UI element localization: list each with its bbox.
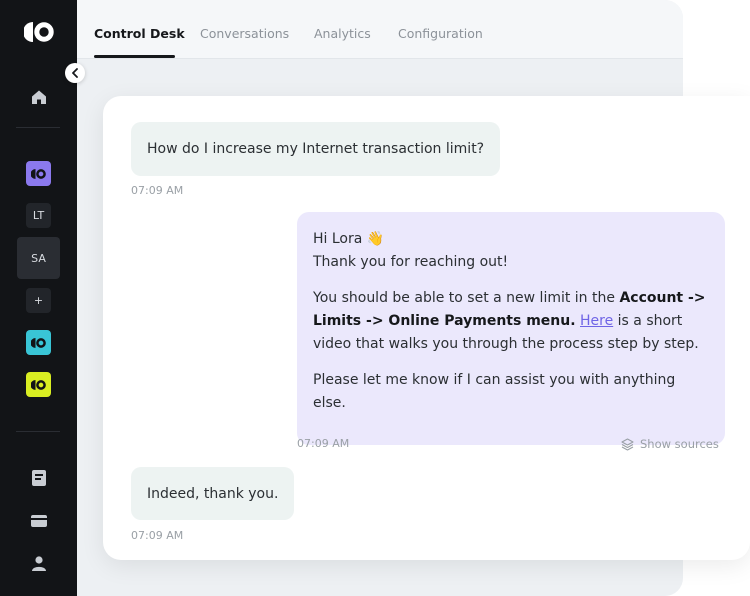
user-message-bubble: How do I increase my Internet transactio… <box>131 122 501 176</box>
workspace-logo-icon <box>31 168 46 179</box>
workspace-lime[interactable] <box>26 372 51 397</box>
tab-control-desk[interactable]: Control Desk <box>94 26 185 41</box>
add-workspace-label: + <box>33 294 44 307</box>
tab-analytics[interactable]: Analytics <box>314 26 371 41</box>
workspace-logo-icon <box>31 379 46 390</box>
chat-window: How do I increase my Internet transactio… <box>103 96 750 560</box>
workspace-lt-label: LT <box>32 209 45 222</box>
workspace-logo-icon <box>31 337 46 348</box>
message-timestamp: 07:09 AM <box>297 437 350 450</box>
message-timestamp: 07:09 AM <box>131 529 184 542</box>
wave-emoji: 👋 <box>366 231 385 247</box>
card-icon[interactable] <box>27 509 51 533</box>
bot-message-bubble: Hi Lora 👋 Thank you for reaching out! Yo… <box>297 212 725 445</box>
workspace-lt[interactable]: LT <box>26 203 51 228</box>
active-tab-indicator <box>94 55 175 58</box>
video-link[interactable]: Here <box>580 313 613 329</box>
workspace-sa-label: SA <box>31 252 46 265</box>
workspace-purple[interactable] <box>26 161 51 186</box>
bot-instructions-start: You should be able to set a new limit in… <box>313 290 620 306</box>
bot-greeting: Hi Lora <box>313 231 363 247</box>
user-icon[interactable] <box>27 551 51 575</box>
tab-conversations[interactable]: Conversations <box>200 26 289 41</box>
bot-instructions: You should be able to set a new limit in… <box>313 287 709 356</box>
tab-bar: Control Desk Conversations Analytics Con… <box>77 0 683 59</box>
bot-thanks: Thank you for reaching out! <box>313 254 509 270</box>
user-message-bubble: Indeed, thank you. <box>131 467 295 520</box>
show-sources-label: Show sources <box>640 437 719 451</box>
sidebar-divider <box>16 127 60 128</box>
chevron-left-icon <box>72 68 78 78</box>
brand-logo-icon[interactable] <box>24 22 54 42</box>
document-icon[interactable] <box>27 466 51 490</box>
add-workspace-button[interactable]: + <box>26 288 51 313</box>
user-message-text: Indeed, thank you. <box>147 485 279 502</box>
message-timestamp: 07:09 AM <box>131 184 184 197</box>
tab-configuration[interactable]: Configuration <box>398 26 483 41</box>
show-sources-button[interactable]: Show sources <box>621 437 719 451</box>
collapse-sidebar-button[interactable] <box>65 63 85 83</box>
workspace-sa[interactable]: SA <box>26 246 51 271</box>
bot-offer-help: Please let me know if I can assist you w… <box>313 372 676 411</box>
user-message-text: How do I increase my Internet transactio… <box>147 141 485 157</box>
workspace-teal[interactable] <box>26 330 51 355</box>
home-icon[interactable] <box>27 85 51 109</box>
sidebar-divider <box>16 431 60 432</box>
sidebar: LT SA + <box>0 0 77 596</box>
layers-icon <box>621 437 634 451</box>
